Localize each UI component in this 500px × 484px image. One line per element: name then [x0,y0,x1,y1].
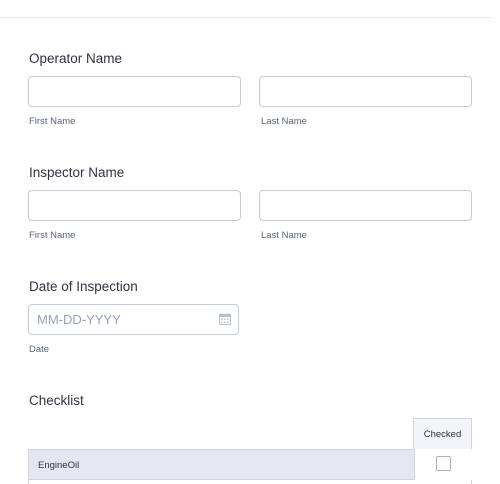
operator-first-name-input[interactable] [28,76,241,107]
operator-last-name-sublabel: Last Name [261,116,307,127]
date-of-inspection-label: Date of Inspection [29,279,138,294]
table-continuation [28,480,472,484]
inspector-first-name-sublabel: First Name [29,230,76,241]
operator-first-name-sublabel: First Name [29,116,76,127]
inspector-name-label: Inspector Name [29,165,125,180]
row-label-engine-oil: EngineOil [38,460,80,471]
checked-cell [414,449,473,480]
date-input[interactable] [29,305,225,334]
operator-name-label: Operator Name [29,51,123,66]
date-field[interactable] [28,304,239,335]
inspector-last-name-sublabel: Last Name [261,230,307,241]
checklist-label: Checklist [29,393,84,408]
inspector-last-name-input[interactable] [259,190,472,221]
engine-oil-checkbox[interactable] [436,456,451,471]
top-divider [0,17,492,18]
calendar-icon[interactable] [219,313,231,325]
table-row: EngineOil [28,449,473,480]
date-sublabel: Date [29,344,50,355]
operator-last-name-input[interactable] [259,76,472,107]
inspector-first-name-input[interactable] [28,190,241,221]
checked-column-header: Checked [413,418,472,449]
